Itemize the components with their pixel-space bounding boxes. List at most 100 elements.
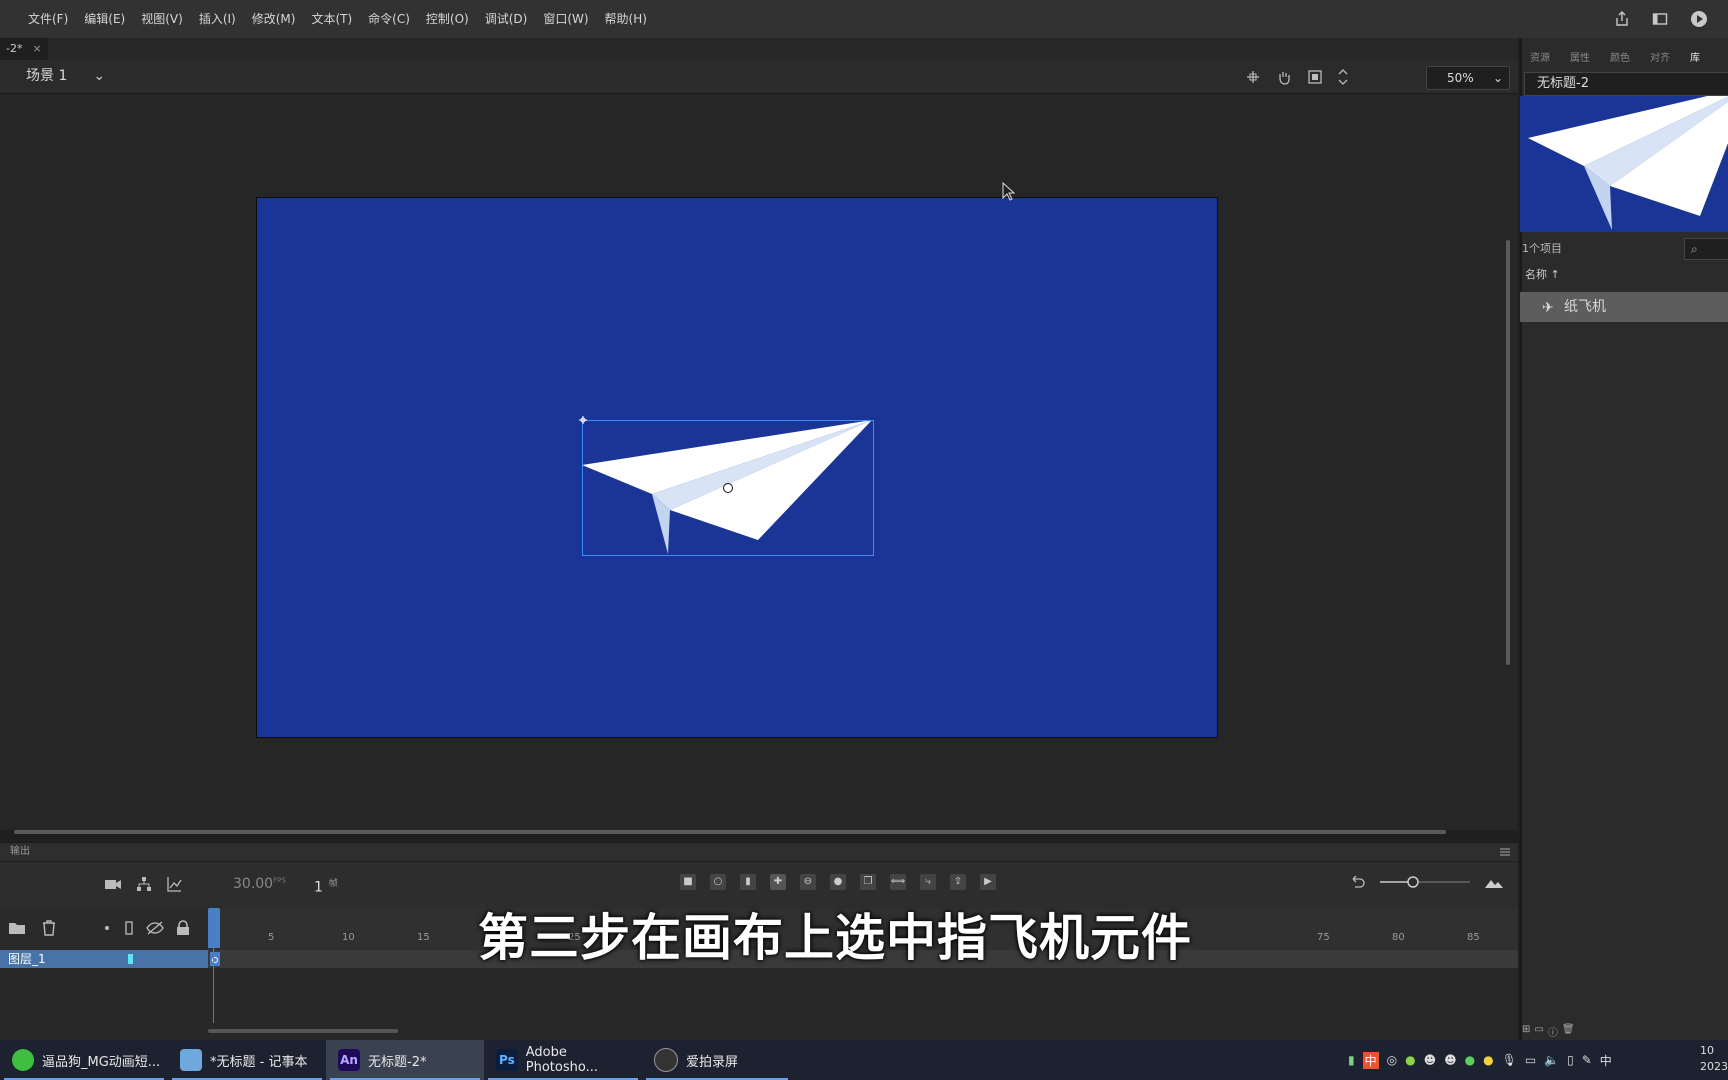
document-tab[interactable]: -2* ×: [0, 38, 48, 60]
fps-value: 30.00: [233, 876, 274, 892]
zoom-value: 50%: [1447, 71, 1474, 85]
paper-plane-preview: [1528, 96, 1728, 230]
properties-icon[interactable]: ⓘ: [1548, 1024, 1558, 1039]
insert-keyframe-icon[interactable]: ■: [680, 874, 696, 890]
new-folder-icon[interactable]: ▭: [1534, 1024, 1543, 1039]
tab-library[interactable]: 库: [1680, 48, 1710, 70]
zoom-stepper-icon[interactable]: [1338, 68, 1348, 86]
layout-icon[interactable]: [1652, 11, 1668, 27]
zoom-select[interactable]: 50% ⌄: [1426, 66, 1510, 90]
stage-horizontal-scrollbar[interactable]: [14, 830, 1446, 834]
layer-name: 图层_1: [8, 952, 46, 966]
hand-tool-icon[interactable]: [1276, 69, 1292, 85]
scene-selector[interactable]: 场景 1 ⌄: [26, 60, 105, 93]
clip-stage-icon[interactable]: [1308, 69, 1322, 84]
trash-icon[interactable]: 🗑: [1562, 1024, 1575, 1039]
menu-file[interactable]: 文件(F): [20, 0, 76, 38]
library-name-column-header[interactable]: 名称 ↑: [1525, 266, 1560, 282]
tray-app-icon[interactable]: ●: [1405, 1053, 1415, 1067]
language-indicator[interactable]: 中: [1600, 1052, 1612, 1069]
trash-icon[interactable]: [42, 920, 56, 936]
menu-modify[interactable]: 修改(M): [244, 0, 304, 38]
center-stage-icon[interactable]: [1246, 70, 1260, 84]
ime-badge[interactable]: 中: [1362, 1051, 1379, 1069]
export-icon[interactable]: ⇪: [950, 874, 966, 890]
pen-icon[interactable]: ✎: [1582, 1053, 1592, 1067]
stage-vertical-scrollbar[interactable]: [1506, 240, 1510, 665]
task-app-3[interactable]: An 无标题-2*: [326, 1040, 484, 1080]
camera-icon[interactable]: [104, 876, 122, 892]
menu-help[interactable]: 帮助(H): [597, 0, 655, 38]
library-search-input[interactable]: ⌕: [1684, 238, 1728, 260]
lock-icon[interactable]: [176, 920, 190, 936]
new-symbol-icon[interactable]: ⊞: [1522, 1024, 1530, 1039]
frame-value: 1: [314, 879, 323, 896]
tab-properties[interactable]: 属性: [1560, 48, 1600, 70]
library-document-select[interactable]: 无标题-2: [1524, 72, 1728, 96]
task-app-5[interactable]: 爱拍录屏: [642, 1040, 792, 1080]
outline-icon[interactable]: [124, 920, 134, 936]
tray-app-icon[interactable]: ●: [1483, 1053, 1493, 1067]
usb-icon[interactable]: ▯: [1567, 1053, 1574, 1067]
task-app-2[interactable]: *无标题 - 记事本: [168, 1040, 326, 1080]
registration-point-icon: [579, 416, 587, 424]
insert-frame-icon[interactable]: ▮: [740, 874, 756, 890]
network-icon[interactable]: ▭: [1525, 1053, 1536, 1067]
tab-align[interactable]: 对齐: [1640, 48, 1680, 70]
menu-edit[interactable]: 编辑(E): [76, 0, 133, 38]
hide-eye-icon[interactable]: [146, 920, 164, 936]
document-tab-bar: -2* ×: [0, 38, 1518, 60]
edit-multiple-frames-icon[interactable]: ❐: [860, 874, 876, 890]
menu-control[interactable]: 控制(O): [418, 0, 477, 38]
layer-row[interactable]: 图层_1: [0, 950, 208, 968]
keyframe-marker[interactable]: [210, 952, 220, 966]
layer-color-swatch[interactable]: [128, 954, 133, 964]
menu-view[interactable]: 视图(V): [133, 0, 191, 38]
reverse-icon[interactable]: ⤷: [920, 874, 936, 890]
tab-color[interactable]: 颜色: [1600, 48, 1640, 70]
menu-debug[interactable]: 调试(D): [477, 0, 536, 38]
current-frame-display[interactable]: 1帧: [314, 876, 338, 896]
share-icon[interactable]: [1614, 11, 1630, 27]
task-label: 逼品狗_MG动画短...: [42, 1054, 161, 1070]
play-circle-icon[interactable]: [1690, 10, 1708, 28]
highlight-dot-icon[interactable]: [102, 920, 112, 936]
menu-text[interactable]: 文本(T): [303, 0, 360, 38]
tab-assets[interactable]: 资源: [1520, 48, 1560, 70]
add-tween-icon[interactable]: ✚: [770, 874, 786, 890]
ruler-tick: 85: [1467, 932, 1480, 943]
new-folder-icon[interactable]: [8, 920, 26, 936]
loop-icon[interactable]: ⟺: [890, 874, 906, 890]
menu-commands[interactable]: 命令(C): [360, 0, 418, 38]
battery-icon[interactable]: ▮: [1348, 1053, 1355, 1067]
layer-parenting-icon[interactable]: [136, 876, 152, 892]
timeline-scrollbar[interactable]: [208, 1029, 398, 1033]
remove-tween-icon[interactable]: ⊖: [800, 874, 816, 890]
undo-icon[interactable]: [1350, 874, 1366, 890]
onion-skin-icon[interactable]: ●: [830, 874, 846, 890]
transform-center-point[interactable]: [723, 483, 733, 493]
menu-window[interactable]: 窗口(W): [535, 0, 596, 38]
qq-icon[interactable]: ☻: [1424, 1053, 1437, 1067]
qq-icon[interactable]: ☻: [1444, 1053, 1457, 1067]
task-app-1[interactable]: 逼品狗_MG动画短...: [0, 1040, 168, 1080]
menu-list: 文件(F) 编辑(E) 视图(V) 插入(I) 修改(M) 文本(T) 命令(C…: [20, 0, 655, 38]
panel-menu-icon[interactable]: [1500, 848, 1510, 856]
insert-blank-keyframe-icon[interactable]: ○: [710, 874, 726, 890]
volume-icon[interactable]: 🔈: [1544, 1053, 1559, 1067]
microphone-icon[interactable]: 🎙: [1502, 1053, 1517, 1067]
system-clock[interactable]: 10 2023: [1700, 1043, 1728, 1075]
frame-size-slider[interactable]: [1380, 874, 1470, 890]
graph-icon[interactable]: [166, 876, 182, 892]
ruler-tick: 15: [417, 932, 430, 943]
menu-insert[interactable]: 插入(I): [191, 0, 244, 38]
mountain-icon[interactable]: [1484, 875, 1504, 889]
fps-display[interactable]: 30.00FPS: [233, 876, 286, 892]
play-icon[interactable]: ▶: [980, 874, 996, 890]
playhead[interactable]: [208, 908, 220, 948]
tray-app-icon[interactable]: ◎: [1387, 1053, 1397, 1067]
wechat-icon[interactable]: ●: [1465, 1053, 1475, 1067]
library-item[interactable]: ✈ 纸飞机: [1520, 292, 1728, 322]
task-app-4[interactable]: Ps Adobe Photosho...: [484, 1040, 642, 1080]
close-icon[interactable]: ×: [32, 42, 41, 55]
